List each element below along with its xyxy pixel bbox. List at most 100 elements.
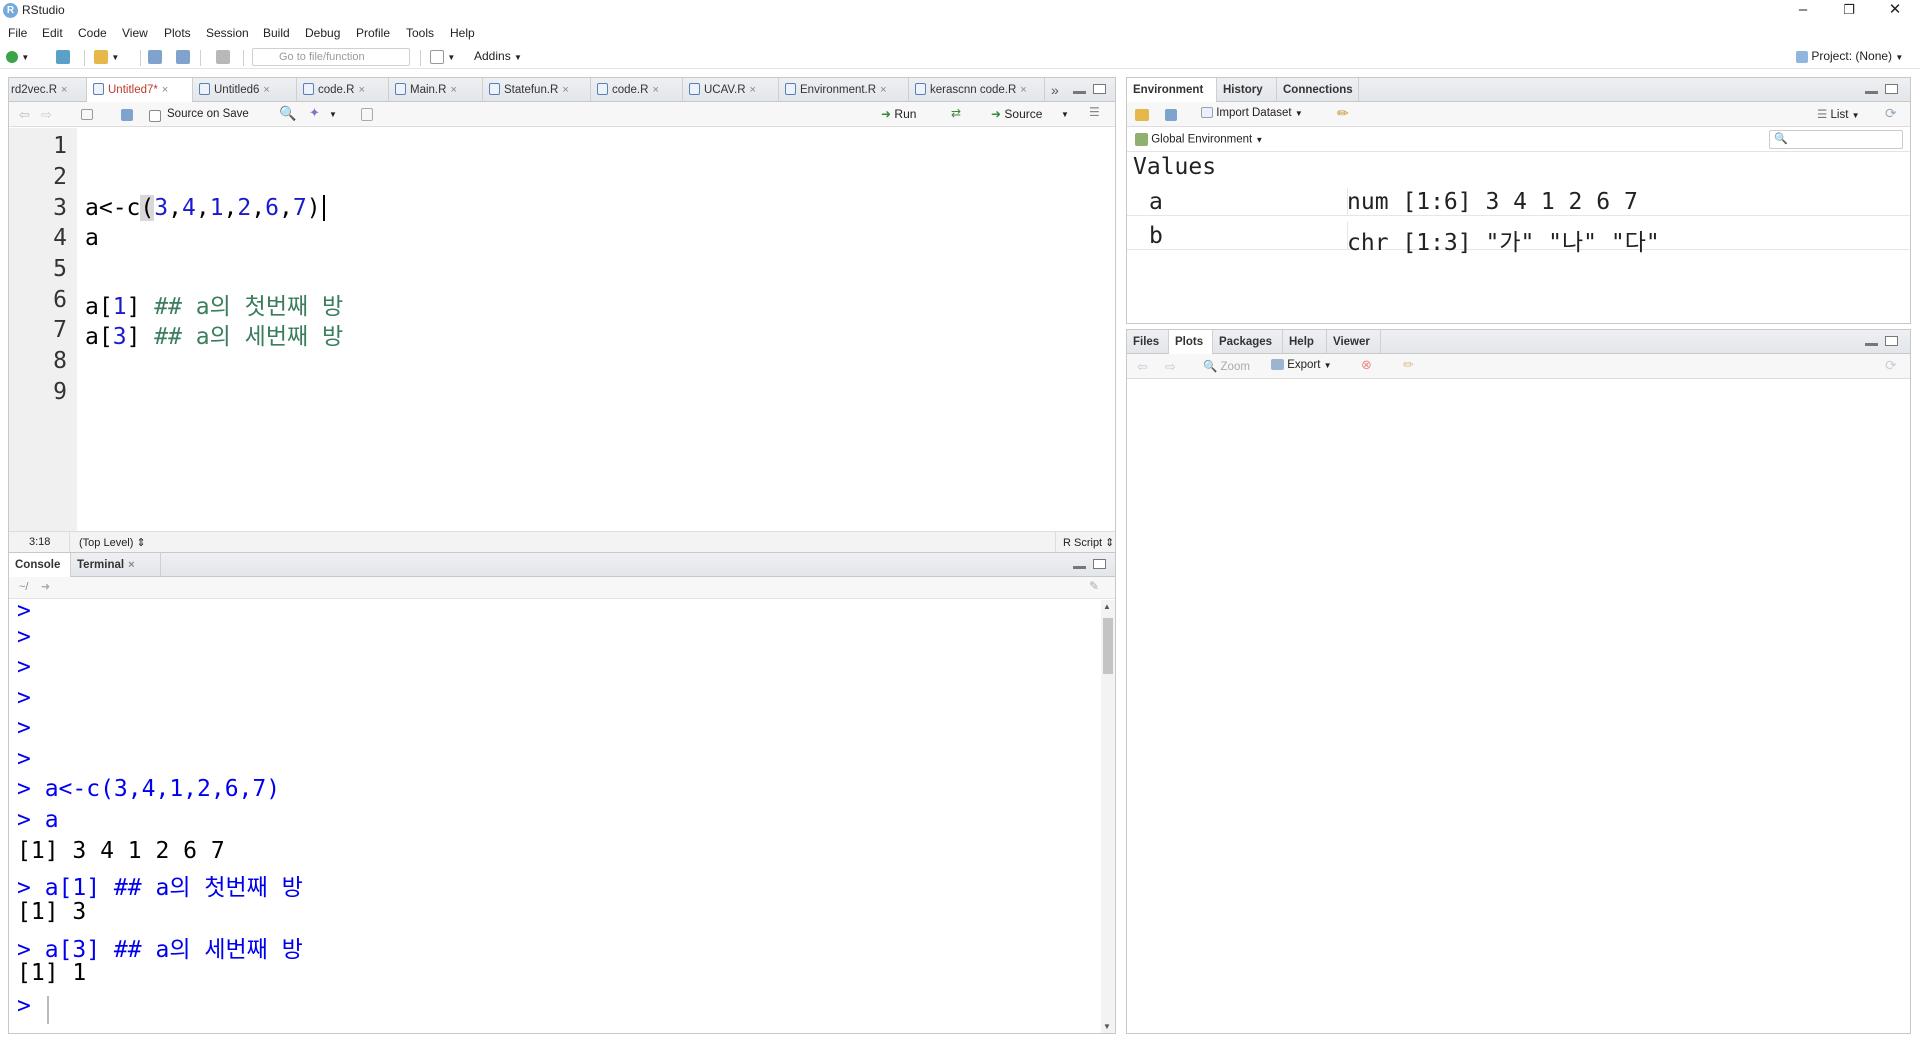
editor-tab[interactable]: rd2vec.R × — [9, 78, 87, 102]
chevron-down-icon[interactable]: ▼ — [1061, 110, 1069, 119]
close-tab-icon[interactable]: × — [128, 559, 134, 571]
tab-terminal[interactable]: Terminal × — [71, 553, 161, 577]
new-project-button[interactable] — [56, 49, 70, 64]
menu-plots[interactable]: Plots — [164, 26, 191, 40]
close-tab-icon[interactable]: × — [750, 84, 756, 96]
close-button[interactable]: ✕ — [1872, 0, 1918, 22]
refresh-icon[interactable]: ⟳ — [1885, 105, 1897, 122]
scrollbar-thumb[interactable] — [1103, 618, 1113, 674]
editor-tab[interactable]: Main.R × — [389, 78, 483, 102]
code-editor[interactable]: a<-c(3,4,1,2,6,7)​ a a[1] ## a의 첫번째 방 a[… — [77, 128, 1115, 531]
view-mode-selector[interactable]: ☰ List ▼ — [1817, 107, 1860, 121]
editor-tab[interactable]: Untitled6 × — [193, 78, 297, 102]
menu-help[interactable]: Help — [450, 26, 475, 40]
menu-code[interactable]: Code — [78, 26, 107, 40]
print-button[interactable] — [216, 49, 230, 64]
back-icon[interactable]: ⇦ — [19, 107, 30, 123]
menu-build[interactable]: Build — [263, 26, 290, 40]
close-tab-icon[interactable]: × — [880, 84, 886, 96]
scroll-up-icon[interactable]: ▲ — [1103, 602, 1111, 611]
tab-console[interactable]: Console — [9, 553, 71, 578]
project-menu[interactable]: Project: (None) ▼ — [1796, 49, 1903, 63]
workspace-panes-button[interactable]: ▼ — [430, 49, 455, 64]
close-tab-icon[interactable]: × — [562, 84, 568, 96]
editor-tab[interactable]: Environment.R × — [779, 78, 909, 102]
editor-tab[interactable]: Statefun.R × — [483, 78, 591, 102]
restore-button[interactable]: ❐ — [1826, 0, 1872, 22]
close-tab-icon[interactable]: × — [162, 84, 168, 96]
save-file-icon[interactable] — [121, 107, 133, 121]
menu-session[interactable]: Session — [206, 26, 249, 40]
tab-history[interactable]: History — [1217, 78, 1277, 102]
source-button[interactable]: ➜ Source — [991, 107, 1042, 121]
console-output[interactable]: > > > > > > > a<-c(3,4,1,2,6,7) > a [1] 3 4 1 2 … — [9, 600, 1101, 1033]
scope-selector[interactable]: (Top Level) ⇕ — [79, 536, 146, 549]
broom-icon[interactable]: ✏ — [1403, 357, 1414, 373]
export-button[interactable]: Export ▼ — [1271, 359, 1332, 371]
goto-file-input[interactable]: Go to file/function — [252, 48, 410, 66]
maximize-pane-icon[interactable] — [1885, 336, 1898, 346]
tab-environment[interactable]: Environment — [1127, 78, 1217, 103]
forward-icon[interactable]: ⇨ — [41, 107, 52, 123]
broom-icon[interactable]: ✏ — [1337, 105, 1349, 122]
maximize-pane-icon[interactable] — [1093, 559, 1106, 569]
environment-scope-selector[interactable]: Global Environment ▼ — [1135, 133, 1263, 146]
next-plot-icon[interactable]: ⇨ — [1165, 359, 1176, 375]
addins-button[interactable]: Addins ▼ — [474, 49, 522, 63]
editor-tab-active[interactable]: Untitled7* × — [87, 78, 193, 103]
rerun-icon[interactable]: ⇄ — [951, 106, 961, 120]
tab-files[interactable]: Files — [1127, 330, 1169, 354]
remove-plot-icon[interactable]: ⊗ — [1361, 357, 1372, 373]
show-in-window-icon[interactable] — [81, 107, 93, 121]
close-tab-icon[interactable]: × — [263, 84, 269, 96]
chevron-down-icon[interactable]: ▼ — [329, 110, 337, 119]
more-tabs-icon[interactable]: » — [1051, 82, 1059, 98]
save-workspace-icon[interactable] — [1165, 107, 1177, 121]
menu-view[interactable]: View — [122, 26, 148, 40]
tab-help[interactable]: Help — [1283, 330, 1327, 354]
editor-tab[interactable]: UCAV.R × — [683, 78, 779, 102]
environment-row[interactable]: a num [1:6] 3 4 1 2 6 7 — [1127, 188, 1910, 216]
zoom-button[interactable]: 🔍 Zoom — [1203, 359, 1250, 373]
environment-search-input[interactable]: 🔍 — [1769, 130, 1903, 149]
scroll-down-icon[interactable]: ▼ — [1103, 1022, 1111, 1031]
console-scrollbar[interactable]: ▲ ▼ — [1101, 600, 1115, 1033]
minimize-pane-icon[interactable] — [1073, 566, 1086, 569]
minimize-pane-icon[interactable] — [1073, 91, 1086, 94]
menu-edit[interactable]: Edit — [42, 26, 63, 40]
minimize-pane-icon[interactable] — [1865, 91, 1878, 94]
menu-profile[interactable]: Profile — [356, 26, 390, 40]
compile-report-icon[interactable] — [361, 107, 373, 122]
outline-icon[interactable]: ☰ — [1089, 105, 1100, 119]
menu-file[interactable]: File — [8, 26, 27, 40]
clear-console-icon[interactable]: ✎ — [1089, 579, 1099, 593]
maximize-pane-icon[interactable] — [1885, 84, 1898, 94]
refresh-icon[interactable]: ⟳ — [1885, 357, 1897, 374]
tab-connections[interactable]: Connections — [1277, 78, 1359, 102]
new-file-button[interactable]: ▼ — [6, 49, 29, 63]
tab-packages[interactable]: Packages — [1213, 330, 1283, 354]
search-icon[interactable]: 🔍 — [279, 105, 296, 122]
load-workspace-icon[interactable] — [1135, 107, 1149, 121]
previous-plot-icon[interactable]: ⇦ — [1137, 359, 1148, 375]
menu-tools[interactable]: Tools — [406, 26, 434, 40]
tab-viewer[interactable]: Viewer — [1327, 330, 1381, 354]
environment-row[interactable]: b chr [1:3] "가" "나" "다" — [1127, 222, 1910, 256]
menu-debug[interactable]: Debug — [305, 26, 340, 40]
file-type-selector[interactable]: R Script ⇕ — [1063, 536, 1114, 549]
open-file-button[interactable]: ▼ — [94, 49, 119, 64]
close-tab-icon[interactable]: × — [450, 84, 456, 96]
minimize-button[interactable]: – — [1780, 0, 1826, 22]
import-dataset-button[interactable]: Import Dataset ▼ — [1201, 107, 1303, 119]
minimize-pane-icon[interactable] — [1865, 343, 1878, 346]
goto-directory-icon[interactable]: ➜ — [41, 580, 50, 593]
editor-tab[interactable]: kerascnn code.R × — [909, 78, 1045, 102]
source-on-save-checkbox[interactable] — [149, 108, 161, 122]
run-button[interactable]: ➜ Run — [881, 107, 916, 121]
close-tab-icon[interactable]: × — [358, 84, 364, 96]
save-button[interactable] — [148, 49, 162, 64]
close-tab-icon[interactable]: × — [652, 84, 658, 96]
maximize-pane-icon[interactable] — [1093, 84, 1106, 94]
close-tab-icon[interactable]: × — [1020, 84, 1026, 96]
save-all-button[interactable] — [176, 49, 190, 64]
